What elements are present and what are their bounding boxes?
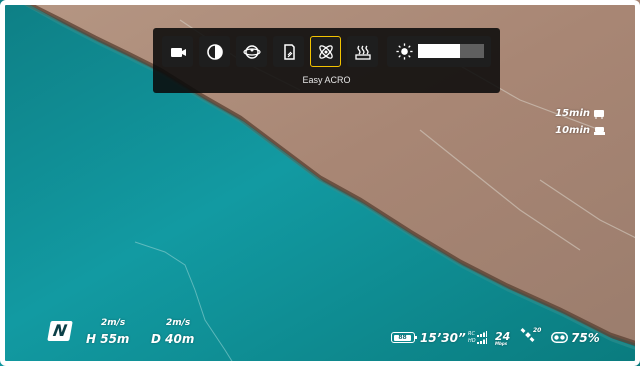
fpv-screen: Easy ACRO 15min 10min N 2m/s H 55m 2m/s … [0, 0, 640, 366]
goggles-battery-percent: 75% [571, 331, 600, 345]
drone-battery-icon [594, 126, 605, 135]
brightness-slider-fill [418, 44, 460, 58]
goggles-remaining-time: 15min [555, 108, 606, 119]
acro-atom-icon [318, 44, 333, 59]
drone-battery-badge: 88 [391, 332, 417, 343]
goggles-time-value: 15min [555, 108, 590, 119]
sd-card-icon [283, 43, 295, 60]
hd-signal: HD [468, 338, 488, 344]
drone-remaining-time: 10min [555, 125, 606, 136]
contrast-icon [206, 43, 223, 60]
goggles-battery-icon [594, 109, 604, 119]
camera-mode-button[interactable] [162, 36, 193, 67]
rc-signal-icon [476, 331, 487, 337]
height-readout: H 55m [86, 332, 130, 346]
compass-indicator: N [47, 321, 73, 341]
camera-icon [170, 47, 186, 57]
satellite-count: 20 [533, 327, 542, 334]
brightness-control[interactable] [387, 36, 491, 67]
flight-time: 15’30” [420, 331, 466, 345]
selected-mode-label: Easy ACRO [302, 75, 351, 85]
vertical-speed: 2m/s [166, 318, 191, 328]
brightness-slider[interactable] [418, 44, 484, 58]
bitrate-unit: Mbps [495, 341, 508, 346]
gimbal-icon [242, 44, 261, 59]
contrast-button[interactable] [199, 36, 230, 67]
flight-mode-button[interactable] [310, 36, 341, 67]
hd-signal-label: HD [468, 338, 476, 344]
drone-time-value: 10min [555, 125, 590, 136]
rc-signal: RC [468, 331, 487, 337]
quick-settings-toolbar: Easy ACRO [153, 28, 500, 93]
goggles-icon [551, 332, 568, 343]
brightness-icon [396, 43, 413, 60]
distance-readout: D 40m [151, 332, 195, 346]
heat-icon [354, 45, 371, 60]
storage-button[interactable] [273, 36, 304, 67]
battery-badge-value: 88 [394, 334, 411, 341]
rc-signal-label: RC [468, 331, 475, 337]
hd-signal-icon [477, 338, 488, 344]
gimbal-button[interactable] [236, 36, 267, 67]
heating-button[interactable] [347, 36, 378, 67]
horizontal-speed: 2m/s [101, 318, 126, 328]
